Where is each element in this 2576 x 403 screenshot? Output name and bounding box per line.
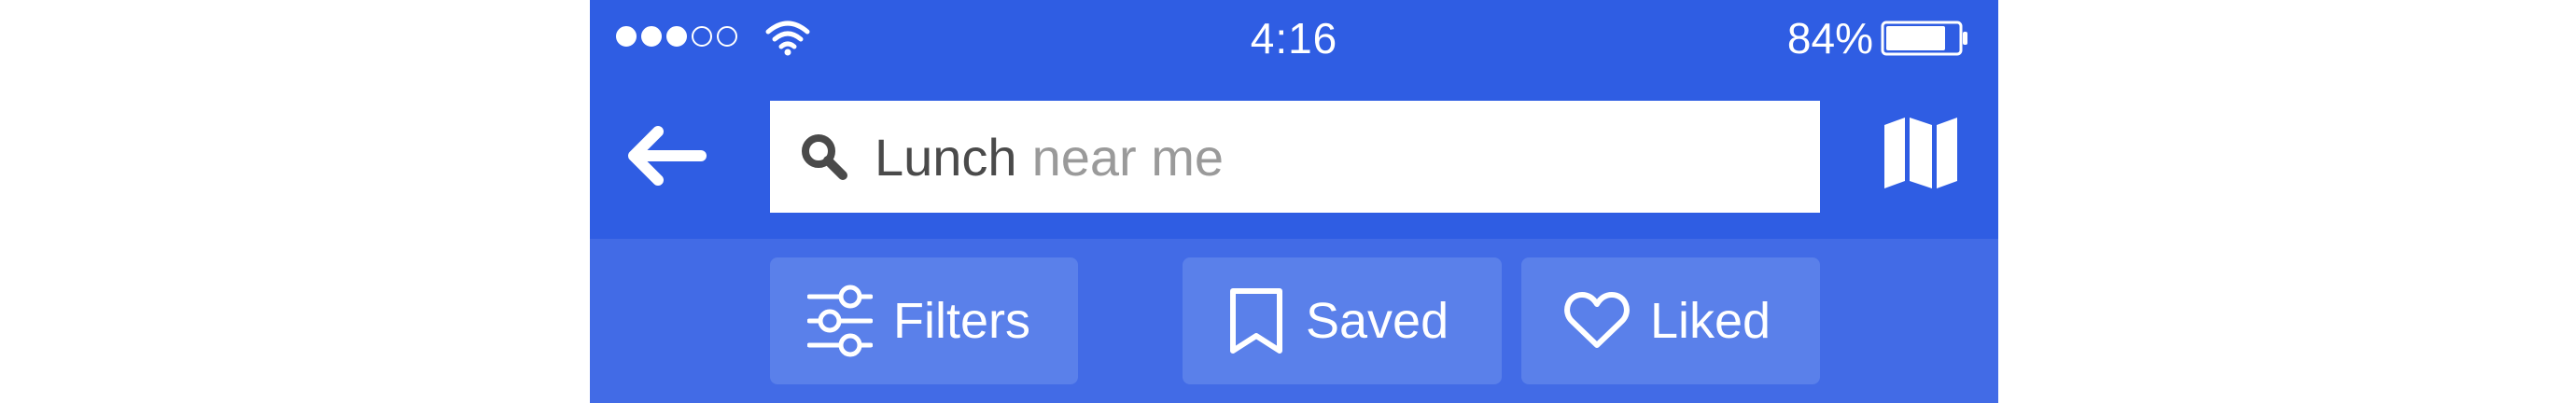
liked-label: Liked xyxy=(1650,293,1771,349)
filters-button[interactable]: Filters xyxy=(770,257,1078,384)
saved-button[interactable]: Saved xyxy=(1183,257,1502,384)
app-screen: 4:16 84% Lunch near me Filters Saved Lik… xyxy=(590,0,1998,403)
back-arrow-icon xyxy=(628,126,707,186)
search-query-text: Lunch xyxy=(875,127,1017,187)
status-bar: 4:16 84% xyxy=(590,0,1998,75)
battery-icon xyxy=(1881,21,1967,56)
sliders-icon xyxy=(807,285,873,357)
liked-button[interactable]: Liked xyxy=(1521,257,1820,384)
bookmark-icon xyxy=(1230,288,1282,354)
search-icon xyxy=(802,134,847,180)
filters-label: Filters xyxy=(893,293,1030,349)
search-input[interactable]: Lunch near me xyxy=(770,101,1820,213)
filter-bar: Filters Saved Liked xyxy=(590,239,1998,403)
map-icon[interactable] xyxy=(1881,116,1961,190)
battery-percentage: 84% xyxy=(1786,14,1873,63)
saved-label: Saved xyxy=(1306,293,1449,349)
back-button[interactable] xyxy=(618,112,711,198)
heart-icon xyxy=(1564,292,1630,348)
search-location-hint: near me xyxy=(1031,127,1225,187)
